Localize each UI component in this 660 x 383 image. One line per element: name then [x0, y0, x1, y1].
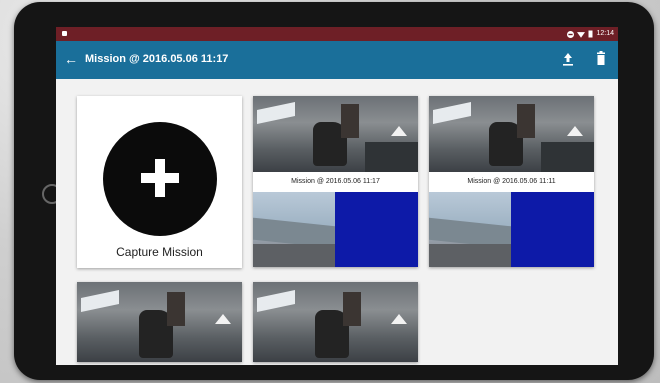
status-time: 12:14	[596, 30, 614, 37]
mission-label: Mission @ 2016.05.06 11:17	[253, 172, 418, 192]
minus-circle-icon	[567, 30, 575, 38]
mission-card[interactable]	[77, 282, 242, 362]
upload-icon[interactable]	[561, 51, 575, 67]
mission-card[interactable]: Mission @ 2016.05.06 11:17	[253, 96, 418, 267]
mission-label: Mission @ 2016.05.06 11:11	[429, 172, 594, 192]
battery-icon	[588, 30, 593, 38]
capture-mission-label: Capture Mission	[116, 245, 203, 259]
mission-thumbnail-top	[429, 96, 594, 172]
mission-thumbnail-top	[253, 96, 418, 172]
notification-icon	[62, 31, 67, 36]
trash-icon[interactable]	[594, 51, 608, 67]
mission-card[interactable]	[253, 282, 418, 362]
plus-icon	[103, 122, 217, 236]
mission-thumbnail-top	[77, 282, 242, 362]
status-bar: 12:14	[56, 27, 618, 41]
blue-overlay	[335, 192, 418, 267]
mission-thumbnail-bottom	[429, 192, 594, 267]
mission-card[interactable]: Mission @ 2016.05.06 11:11	[429, 96, 594, 267]
status-icons: 12:14	[567, 29, 614, 39]
page-title: Mission @ 2016.05.06 11:17	[85, 53, 229, 65]
capture-mission-card[interactable]: Capture Mission	[77, 96, 242, 268]
mission-thumbnail-top	[253, 282, 418, 362]
mission-thumbnail-bottom	[253, 192, 418, 267]
app-screen: 12:14 ← Mission @ 2016.05.06 11:17 Captu…	[56, 27, 618, 365]
app-bar: ← Mission @ 2016.05.06 11:17	[56, 41, 618, 79]
back-arrow-icon[interactable]: ←	[64, 51, 78, 67]
blue-overlay	[511, 192, 594, 267]
wifi-icon	[577, 31, 586, 38]
